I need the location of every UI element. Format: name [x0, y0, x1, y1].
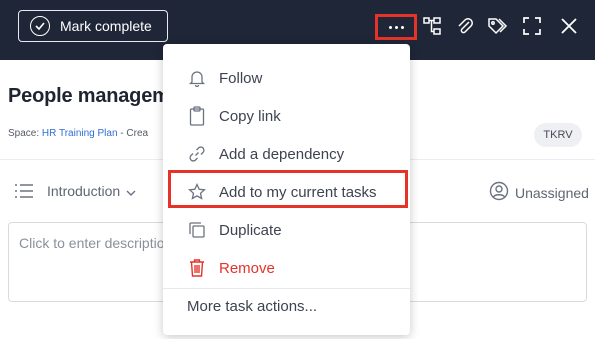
menu-item-follow[interactable]: Follow [163, 59, 410, 97]
menu-item-copy-link[interactable]: Copy link [163, 97, 410, 135]
task-actions-menu: Follow Copy link Add a dependency Add to [163, 44, 410, 335]
mark-complete-button[interactable]: Mark complete [18, 10, 168, 42]
space-label: Space: [8, 128, 42, 139]
menu-item-label: Duplicate [219, 221, 282, 239]
created-label: - Crea [117, 128, 149, 139]
menu-item-remove[interactable]: Remove [163, 249, 410, 287]
more-task-actions[interactable]: More task actions... [187, 298, 317, 315]
menu-item-duplicate[interactable]: Duplicate [163, 211, 410, 249]
fullscreen-icon[interactable] [520, 14, 544, 38]
space-link[interactable]: HR Training Plan [42, 128, 118, 139]
check-circle-icon [30, 16, 50, 36]
section-label: Introduction [47, 183, 121, 199]
section-select[interactable]: Introduction [47, 183, 136, 199]
chevron-down-icon [126, 183, 136, 199]
menu-item-label: Follow [219, 69, 263, 87]
clipboard-icon [187, 106, 207, 126]
close-icon[interactable] [557, 14, 581, 38]
assignee-selector[interactable]: Unassigned [489, 181, 589, 204]
menu-item-label: Copy link [219, 107, 281, 125]
mark-complete-label: Mark complete [60, 18, 152, 34]
task-title[interactable]: People manageme [8, 85, 181, 108]
tags-icon[interactable] [486, 14, 510, 38]
bell-icon [187, 68, 207, 88]
user-icon [489, 181, 509, 204]
menu-item-add-dependency[interactable]: Add a dependency [163, 135, 410, 173]
duplicate-icon [187, 220, 207, 240]
subtasks-icon[interactable] [420, 14, 444, 38]
trash-icon [187, 258, 207, 278]
link-icon [187, 144, 207, 164]
more-icon[interactable] [375, 14, 417, 40]
list-icon [14, 183, 34, 204]
attachment-icon[interactable] [453, 14, 477, 38]
menu-divider [163, 288, 410, 289]
assignee-label: Unassigned [515, 184, 589, 201]
description-placeholder: Click to enter descriptio [19, 235, 165, 251]
menu-item-label: Add a dependency [219, 145, 345, 163]
task-meta: Space: HR Training Plan - Crea [8, 128, 148, 139]
highlight-box [168, 170, 408, 208]
task-id-badge: TKRV [534, 123, 582, 147]
menu-item-label: Remove [219, 259, 275, 277]
